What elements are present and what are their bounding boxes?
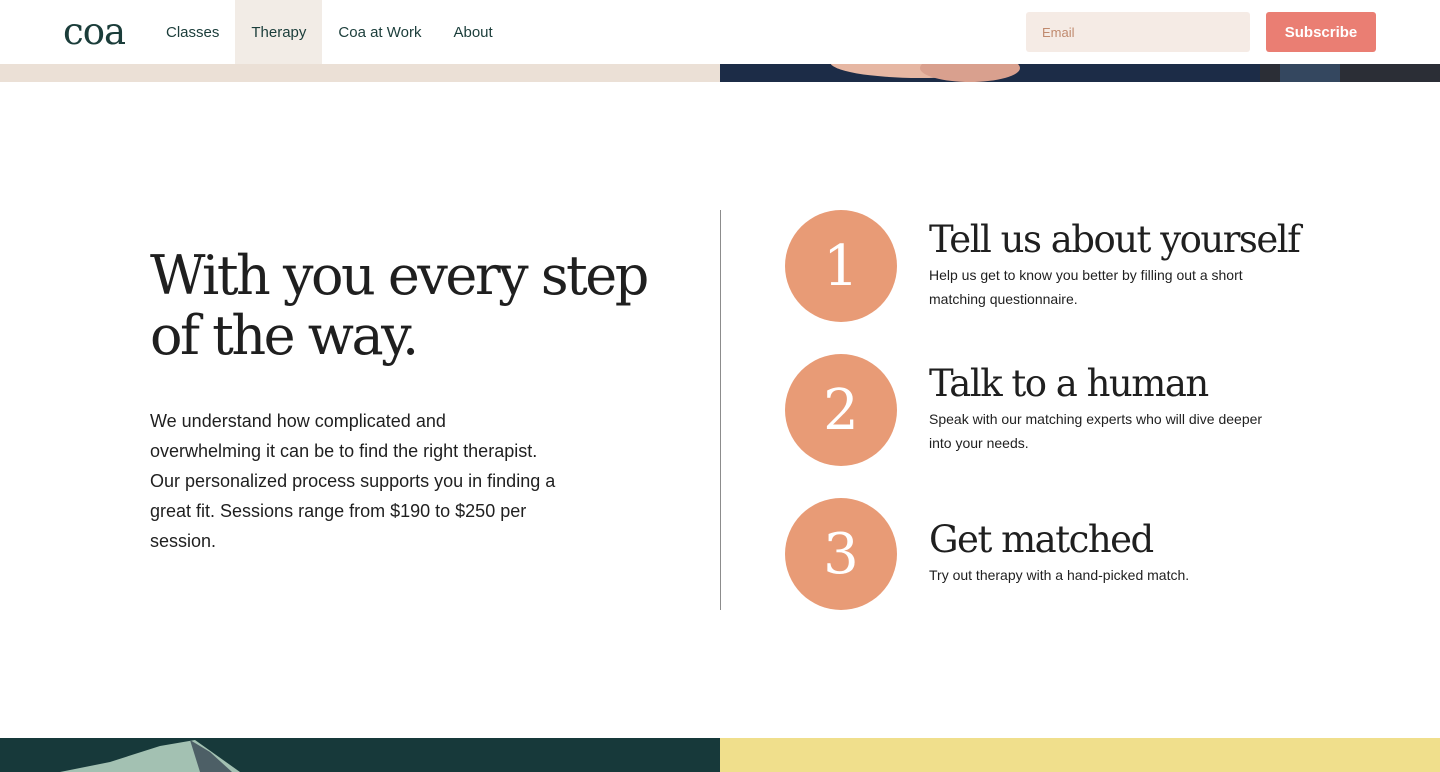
photo-banner <box>720 64 1440 82</box>
photo-banner-graphic <box>720 64 1440 82</box>
main-nav: Classes Therapy Coa at Work About <box>150 0 509 64</box>
step-description: Help us get to know you better by fillin… <box>929 267 1243 307</box>
illustration-mountain <box>60 740 240 772</box>
step-description: Try out therapy with a hand-picked match… <box>929 567 1190 583</box>
site-header: coa Classes Therapy Coa at Work About Su… <box>0 0 1440 64</box>
section-intro: We understand how complicated and overwh… <box>150 411 556 551</box>
subscribe-button[interactable]: Subscribe <box>1266 12 1376 52</box>
section-headline: With you every step of the way. <box>150 244 649 367</box>
step-number-circle: 2 <box>785 354 897 466</box>
nav-item-coa-at-work[interactable]: Coa at Work <box>322 0 437 64</box>
step-title: Get matched <box>929 518 1154 561</box>
nav-item-classes[interactable]: Classes <box>150 0 235 64</box>
step-title: Tell us about yourself <box>929 218 1301 261</box>
bottom-teal-panel <box>0 738 720 772</box>
nav-item-about[interactable]: About <box>437 0 508 64</box>
bottom-yellow-panel <box>720 738 1440 772</box>
hero-beige-strip <box>0 64 720 82</box>
nav-item-therapy[interactable]: Therapy <box>235 0 323 64</box>
step-number-circle: 1 <box>785 210 897 322</box>
step-description: Speak with our matching experts who will… <box>929 411 1263 451</box>
email-input[interactable] <box>1026 12 1250 52</box>
coa-logo[interactable]: coa <box>63 10 126 54</box>
step-number-circle: 3 <box>785 498 897 610</box>
step-title: Talk to a human <box>929 362 1209 405</box>
step-1: 1 Tell us about yourself Help us get to … <box>785 210 1345 322</box>
step-2: 2 Talk to a human Speak with our matchin… <box>785 354 1345 466</box>
step-3: 3 Get matched Try out therapy with a han… <box>785 498 1345 610</box>
vertical-divider <box>720 210 721 610</box>
